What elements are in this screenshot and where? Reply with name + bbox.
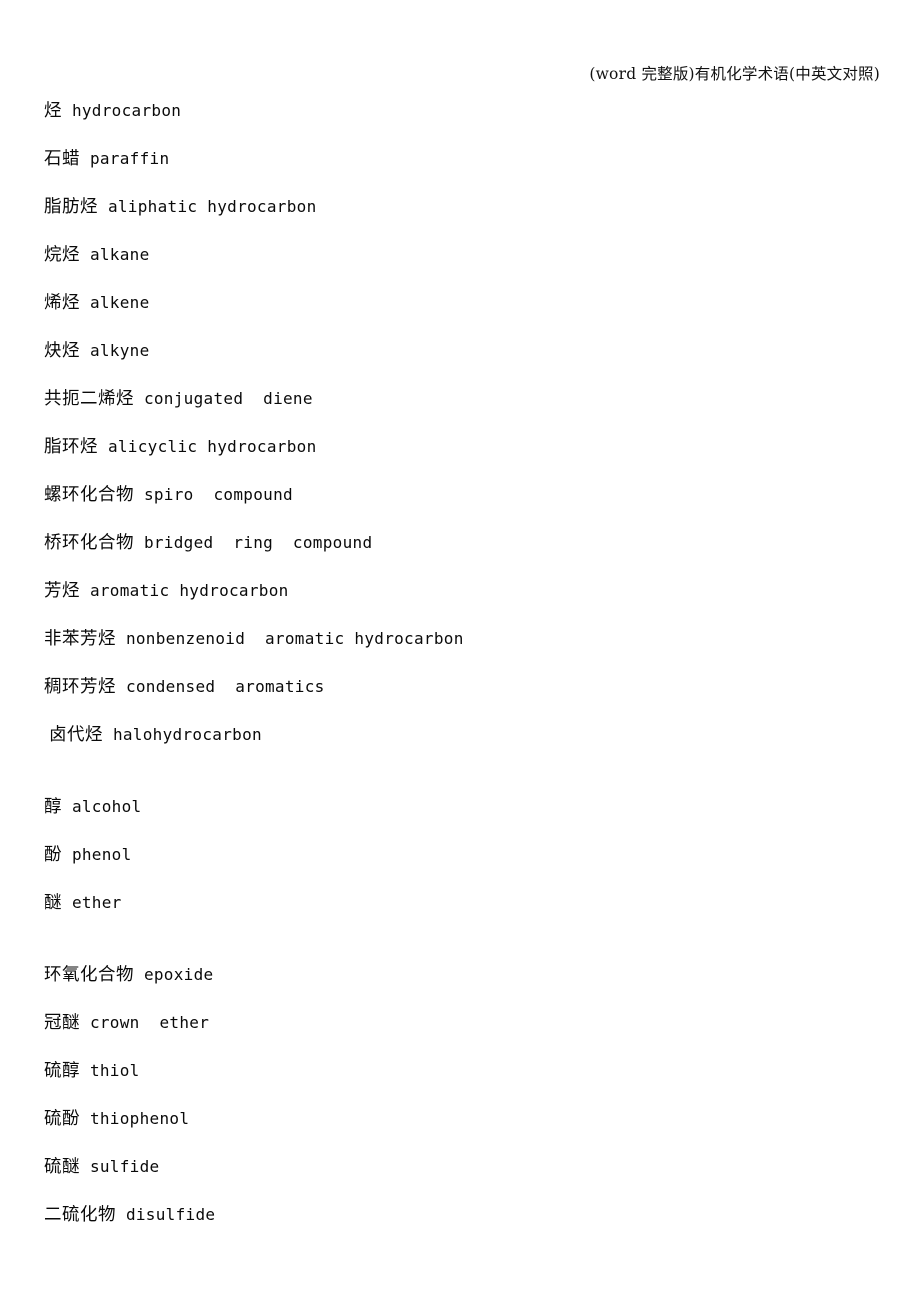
glossary-term-english: nonbenzenoid aromatic hydrocarbon (125, 629, 464, 648)
glossary-term-english: thiophenol (89, 1109, 190, 1128)
glossary-term-chinese: 醇 (44, 797, 62, 817)
glossary-term-english: conjugated diene (143, 389, 313, 408)
glossary-term-chinese: 稠环芳烃 (44, 677, 116, 697)
glossary-term-chinese: 酚 (44, 845, 62, 865)
glossary-term-english: alkyne (89, 341, 150, 360)
glossary-entry: 二硫化物 disulfide (44, 1200, 884, 1248)
glossary-entry: 烃 hydrocarbon (44, 96, 884, 144)
glossary-term-chinese: 共扼二烯烃 (44, 389, 134, 409)
glossary-term-chinese: 卤代烃 (49, 725, 103, 745)
glossary-term-chinese: 烷烃 (44, 245, 80, 265)
glossary-term-separator (80, 245, 90, 264)
glossary-term-english: bridged ring compound (143, 533, 373, 552)
glossary-term-separator (80, 1061, 90, 1080)
glossary-term-chinese: 石蜡 (44, 149, 80, 169)
glossary-entry: 共扼二烯烃 conjugated diene (44, 384, 884, 432)
glossary-entry: 冠醚 crown ether (44, 1008, 884, 1056)
glossary-term-separator (134, 485, 144, 504)
glossary-entry: 硫醚 sulfide (44, 1152, 884, 1200)
glossary-term-separator (134, 389, 144, 408)
glossary-entry: 芳烃 aromatic hydrocarbon (44, 576, 884, 624)
glossary-entry: 醇 alcohol (44, 792, 884, 840)
glossary-entry: 环氧化合物 epoxide (44, 960, 884, 1008)
glossary-term-separator (62, 893, 72, 912)
glossary-term-chinese: 环氧化合物 (44, 965, 134, 985)
glossary-term-separator (98, 437, 108, 456)
glossary-term-chinese: 硫酚 (44, 1109, 80, 1129)
glossary-term-english: alkene (89, 293, 150, 312)
glossary-term-chinese: 炔烃 (44, 341, 80, 361)
glossary-term-english: thiol (89, 1061, 140, 1080)
glossary-term-separator (80, 1157, 90, 1176)
glossary-entry: 螺环化合物 spiro compound (44, 480, 884, 528)
glossary-term-english: spiro compound (143, 485, 293, 504)
glossary-entry: 炔烃 alkyne (44, 336, 884, 384)
glossary-term-separator (116, 677, 126, 696)
glossary-list: 烃 hydrocarbon 石蜡 paraffin 脂肪烃 aliphatic hy… (44, 96, 884, 1248)
glossary-term-separator (62, 101, 72, 120)
glossary-term-english: condensed aromatics (125, 677, 325, 696)
glossary-term-english: alicyclic hydrocarbon (107, 437, 317, 456)
glossary-term-chinese: 二硫化物 (44, 1205, 116, 1225)
glossary-entry: 硫醇 thiol (44, 1056, 884, 1104)
glossary-term-english: sulfide (89, 1157, 160, 1176)
glossary-term-chinese: 烃 (44, 101, 62, 121)
glossary-term-english: disulfide (125, 1205, 216, 1224)
glossary-term-chinese: 非苯芳烃 (44, 629, 116, 649)
glossary-entry: 烯烃 alkene (44, 288, 884, 336)
glossary-entry: 酚 phenol (44, 840, 884, 888)
glossary-term-separator (62, 845, 72, 864)
glossary-entry: 桥环化合物 bridged ring compound (44, 528, 884, 576)
glossary-term-separator (80, 293, 90, 312)
glossary-entry: 脂环烃 alicyclic hydrocarbon (44, 432, 884, 480)
glossary-term-english: epoxide (143, 965, 214, 984)
glossary-term-chinese: 脂环烃 (44, 437, 98, 457)
glossary-term-chinese: 硫醇 (44, 1061, 80, 1081)
glossary-entry: 卤代烃 halohydrocarbon (44, 720, 884, 768)
glossary-term-separator (103, 725, 113, 744)
glossary-term-english: aromatic hydrocarbon (89, 581, 289, 600)
glossary-term-separator (134, 533, 144, 552)
glossary-term-chinese: 烯烃 (44, 293, 80, 313)
glossary-term-english: alcohol (71, 797, 142, 816)
glossary-term-chinese: 脂肪烃 (44, 197, 98, 217)
glossary-entry: 硫酚 thiophenol (44, 1104, 884, 1152)
glossary-term-chinese: 螺环化合物 (44, 485, 134, 505)
glossary-term-separator (80, 1109, 90, 1128)
glossary-term-separator (80, 1013, 90, 1032)
glossary-term-english: aliphatic hydrocarbon (107, 197, 317, 216)
glossary-term-chinese: 桥环化合物 (44, 533, 134, 553)
glossary-term-separator (98, 197, 108, 216)
document-header-title: (word 完整版)有机化学术语(中英文对照) (589, 65, 880, 83)
glossary-term-separator (80, 581, 90, 600)
glossary-term-english: halohydrocarbon (112, 725, 262, 744)
glossary-term-separator (62, 797, 72, 816)
glossary-term-chinese: 醚 (44, 893, 62, 913)
glossary-entry: 石蜡 paraffin (44, 144, 884, 192)
glossary-entry: 非苯芳烃 nonbenzenoid aromatic hydrocarbon (44, 624, 884, 672)
glossary-entry: 烷烃 alkane (44, 240, 884, 288)
glossary-term-english: paraffin (89, 149, 170, 168)
glossary-entry: 脂肪烃 aliphatic hydrocarbon (44, 192, 884, 240)
glossary-entry: 醚 ether (44, 888, 884, 936)
glossary-term-chinese: 硫醚 (44, 1157, 80, 1177)
glossary-term-english: phenol (71, 845, 132, 864)
glossary-entry: 稠环芳烃 condensed aromatics (44, 672, 884, 720)
document-page: (word 完整版)有机化学术语(中英文对照) 烃 hydrocarbon 石蜡 … (0, 0, 920, 1302)
glossary-term-chinese: 冠醚 (44, 1013, 80, 1033)
glossary-term-english: hydrocarbon (71, 101, 182, 120)
glossary-term-english: ether (71, 893, 122, 912)
glossary-term-english: alkane (89, 245, 150, 264)
glossary-term-separator (80, 149, 90, 168)
glossary-term-separator (134, 965, 144, 984)
glossary-term-separator (80, 341, 90, 360)
glossary-term-english: crown ether (89, 1013, 210, 1032)
glossary-term-separator (116, 1205, 126, 1224)
glossary-term-separator (116, 629, 126, 648)
glossary-term-chinese: 芳烃 (44, 581, 80, 601)
